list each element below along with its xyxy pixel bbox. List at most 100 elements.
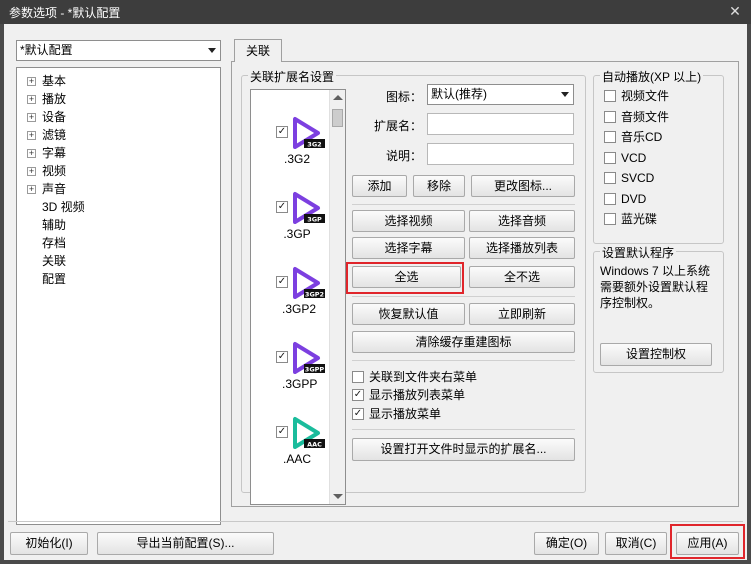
autoplay-checkbox[interactable] (604, 213, 616, 225)
autoplay-checkbox[interactable] (604, 172, 616, 184)
play-file-icon: 3GPP (293, 342, 325, 374)
change-icon-button[interactable]: 更改图标... (471, 175, 575, 197)
icon-select[interactable]: 默认(推荐) (427, 84, 574, 105)
autoplay-checkbox[interactable] (604, 192, 616, 205)
initialize-button[interactable]: 初始化(I) (10, 532, 88, 555)
set-control-button[interactable]: 设置控制权 (600, 343, 712, 366)
chevron-down-icon (208, 48, 216, 53)
file-type-item[interactable]: ✓ 3GP2 .3GP2 (251, 264, 331, 336)
close-icon[interactable]: ✕ (725, 2, 745, 20)
tree-item[interactable]: + 字幕 (17, 144, 217, 162)
expand-icon[interactable]: + (27, 77, 36, 86)
playlist-menu-option[interactable]: ✓ 显示播放列表菜单 (352, 388, 532, 404)
play-file-icon: 3GP (293, 192, 325, 224)
file-type-item[interactable]: ✓ 3G2 .3G2 (251, 114, 331, 186)
expand-icon[interactable]: + (27, 149, 36, 158)
file-type-checkbox[interactable]: ✓ (276, 201, 288, 213)
set-open-ext-button[interactable]: 设置打开文件时显示的扩展名... (352, 438, 575, 461)
scroll-down-icon[interactable] (333, 494, 343, 499)
autoplay-group-title: 自动播放(XP 以上) (600, 68, 704, 85)
remove-button[interactable]: 移除 (413, 175, 465, 197)
autoplay-option[interactable]: 音频文件 (604, 110, 714, 126)
add-button[interactable]: 添加 (352, 175, 407, 197)
tree-item[interactable]: + 滤镜 (17, 126, 217, 144)
autoplay-option[interactable]: 蓝光碟 (604, 212, 714, 228)
autoplay-option[interactable]: VCD (604, 151, 714, 167)
file-type-checkbox[interactable]: ✓ (276, 126, 288, 138)
scroll-up-icon[interactable] (333, 95, 343, 100)
tree-item-label: 存档 (42, 236, 67, 250)
file-type-item[interactable]: ✓ AAC .AAC (251, 414, 331, 486)
file-type-item[interactable]: ✓ 3GP .3GP (251, 189, 331, 261)
tree-item-label: 播放 (42, 92, 67, 106)
expand-icon[interactable]: + (27, 131, 36, 140)
file-type-checkbox[interactable]: ✓ (276, 426, 288, 438)
export-config-button[interactable]: 导出当前配置(S)... (97, 532, 274, 555)
tree-item[interactable]: 3D 视频 (17, 198, 217, 216)
select-audio-button[interactable]: 选择音频 (469, 210, 575, 232)
footer-divider (8, 521, 743, 522)
expand-icon[interactable]: + (27, 185, 36, 194)
autoplay-option[interactable]: SVCD (604, 171, 714, 187)
file-type-checkbox[interactable]: ✓ (276, 276, 288, 288)
cancel-button[interactable]: 取消(C) (605, 532, 667, 555)
profile-select[interactable]: *默认配置 (16, 40, 221, 61)
ok-button[interactable]: 确定(O) (534, 532, 599, 555)
select-playlist-button[interactable]: 选择播放列表 (469, 237, 575, 259)
autoplay-option[interactable]: 音乐CD (604, 130, 714, 146)
extension-label: 扩展名： (374, 119, 423, 133)
play-file-icon: 3G2 (293, 117, 325, 149)
tree-item[interactable]: + 播放 (17, 90, 217, 108)
tree-item[interactable]: 存档 (17, 234, 217, 252)
clear-cache-button[interactable]: 清除缓存重建图标 (352, 331, 575, 353)
tab-association[interactable]: 关联 (234, 39, 282, 62)
playlist-menu-checkbox[interactable]: ✓ (352, 389, 364, 401)
tree-item[interactable]: 关联 (17, 252, 217, 270)
play-menu-checkbox[interactable]: ✓ (352, 408, 364, 420)
expand-icon[interactable]: + (27, 95, 36, 104)
select-video-button[interactable]: 选择视频 (352, 210, 465, 232)
file-type-item[interactable]: ✓ 3GPP .3GPP (251, 339, 331, 411)
file-type-badge: 3GP2 (305, 291, 324, 299)
select-subtitle-button[interactable]: 选择字幕 (352, 237, 465, 259)
folder-menu-checkbox[interactable] (352, 371, 364, 383)
file-type-extension: .AAC (282, 452, 311, 466)
dialog-body: *默认配置 + 基本 + 播放 + 设备 + 滤镜 + 字幕 + 视频 + 声音 3D 视频 辅助 存档 关联 配置… (4, 24, 747, 560)
expand-icon[interactable]: + (27, 113, 36, 122)
autoplay-option[interactable]: DVD (604, 192, 714, 208)
autoplay-label: DVD (621, 191, 647, 206)
refresh-now-button[interactable]: 立即刷新 (469, 303, 575, 325)
autoplay-checkbox[interactable] (604, 90, 616, 102)
file-type-extension: .3GP2 (282, 302, 317, 316)
tree-item[interactable]: + 声音 (17, 180, 217, 198)
autoplay-label: 视频文件 (621, 89, 670, 103)
tree-item[interactable]: + 基本 (17, 72, 217, 90)
file-type-badge: 3GPP (305, 366, 325, 374)
play-menu-option[interactable]: ✓ 显示播放菜单 (352, 407, 532, 423)
expand-icon[interactable]: + (27, 167, 36, 176)
association-group-title: 关联扩展名设置 (248, 68, 337, 85)
tree-item-label: 声音 (42, 182, 67, 196)
list-scrollbar[interactable] (329, 90, 345, 504)
icon-select-value: 默认(推荐) (431, 87, 487, 101)
description-input[interactable] (427, 143, 574, 165)
file-type-checkbox[interactable]: ✓ (276, 351, 288, 363)
restore-default-button[interactable]: 恢复默认值 (352, 303, 465, 325)
scroll-thumb[interactable] (332, 109, 343, 127)
tree-item[interactable]: + 视频 (17, 162, 217, 180)
autoplay-checkbox[interactable] (604, 110, 616, 123)
file-type-extension: .3GPP (282, 377, 318, 391)
file-type-list[interactable]: ✓ 3G2 .3G2 ✓ 3GP .3GP ✓ 3GP2 .3GP2 ✓ 3GPP .3GPP ✓ AAC… (250, 89, 346, 505)
autoplay-checkbox[interactable] (604, 131, 616, 143)
autoplay-label: SVCD (621, 171, 655, 185)
folder-menu-option[interactable]: 关联到文件夹右菜单 (352, 370, 532, 386)
tree-item[interactable]: + 设备 (17, 108, 217, 126)
autoplay-checkbox[interactable] (604, 151, 616, 164)
extension-input[interactable] (427, 113, 574, 135)
select-none-button[interactable]: 全不选 (469, 266, 575, 288)
tree-item[interactable]: 辅助 (17, 216, 217, 234)
play-file-icon: AAC (293, 417, 325, 449)
autoplay-option[interactable]: 视频文件 (604, 89, 714, 105)
tree-item[interactable]: 配置 (17, 270, 217, 288)
tree-item-label: 3D 视频 (42, 200, 85, 214)
